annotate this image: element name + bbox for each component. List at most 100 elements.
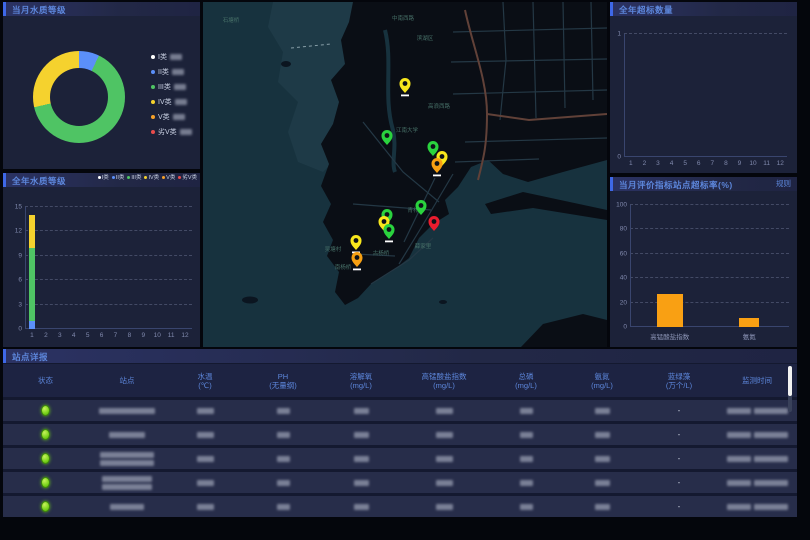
redacted-value	[354, 456, 369, 462]
algae-value: -	[678, 478, 681, 487]
gridline	[630, 228, 789, 229]
year-legend: I类II类III类IV类V类劣V类	[98, 173, 197, 187]
redacted-value	[436, 504, 453, 510]
legend-dot	[127, 176, 130, 179]
gridline	[25, 279, 192, 280]
panel-title: 当月水质等级	[6, 5, 66, 15]
legend-label: I类	[158, 52, 167, 62]
map-label: 江南大学	[396, 126, 419, 134]
map-canvas[interactable]: 石塘桥中南西路滨湖区高浪西路江南大学青祁薛家里古杨桥吴塘村南杨桥	[203, 2, 607, 347]
map-island	[439, 300, 447, 304]
algae-value: -	[678, 454, 681, 463]
x-axis-label: 10	[154, 332, 161, 339]
legend-label: II类	[158, 67, 169, 77]
y-axis-label: 40	[611, 275, 627, 282]
legend-item[interactable]: III类	[127, 173, 141, 185]
y-axis-label: 6	[6, 277, 22, 284]
redacted-value	[595, 432, 610, 438]
x-axis-label: 4	[72, 332, 76, 339]
stacked-bar-segment[interactable]	[29, 215, 35, 248]
legend-item[interactable]: IV类	[151, 97, 192, 107]
gridline	[25, 206, 192, 207]
table-row[interactable]: -	[3, 400, 797, 421]
status-indicator-normal	[41, 501, 50, 512]
legend-item[interactable]: III类	[151, 82, 192, 92]
redacted-date	[727, 480, 751, 486]
redacted-value	[436, 432, 453, 438]
legend-label: IV类	[158, 97, 172, 107]
column-header: PH(无量纲)	[244, 364, 322, 397]
column-header: 站点	[88, 364, 166, 397]
table-cell	[166, 480, 244, 486]
redacted-value	[172, 69, 184, 75]
legend-item[interactable]: 劣V类	[151, 127, 192, 137]
panel-title: 全年超标数量	[613, 5, 673, 15]
table-cell	[718, 480, 796, 486]
table-cell: -	[640, 454, 718, 463]
legend-item[interactable]: I类	[151, 52, 192, 62]
x-axis-label: 8	[724, 160, 728, 167]
scrollbar-thumb[interactable]	[788, 366, 792, 396]
x-axis-line	[25, 328, 192, 329]
legend-item[interactable]: II类	[112, 173, 125, 185]
donut-chart: I类 II类 III类 IV类 V类劣V类	[3, 16, 200, 169]
y-axis-label: 0	[6, 326, 22, 333]
redacted-station-name	[102, 476, 152, 482]
stacked-bar-segment[interactable]	[29, 321, 35, 329]
rate-bar[interactable]	[657, 294, 683, 327]
rules-link[interactable]: 规则	[776, 177, 791, 191]
table-row[interactable]: -	[3, 472, 797, 493]
legend-item[interactable]: V类	[151, 112, 192, 122]
y-axis-label: 3	[6, 301, 22, 308]
redacted-timestamp	[727, 408, 788, 414]
map-island	[242, 297, 258, 304]
exceed-count-chart: 01123456789101112	[624, 34, 787, 157]
column-header-label: 高锰酸盐指数	[422, 372, 467, 381]
gridline	[630, 253, 789, 254]
redacted-value	[173, 114, 185, 120]
x-axis-label: 11	[168, 332, 175, 339]
table-scrollbar[interactable]	[788, 366, 792, 412]
table-row[interactable]: -	[3, 496, 797, 517]
legend-dot	[151, 130, 155, 134]
map-island	[281, 61, 291, 67]
redacted-timestamp	[727, 480, 788, 486]
table-cell	[322, 456, 400, 462]
legend-item[interactable]: I类	[98, 173, 109, 185]
x-axis-label: 5	[86, 332, 90, 339]
table-cell	[564, 480, 640, 486]
y-axis-line	[25, 207, 26, 329]
column-header-label: PH	[278, 372, 288, 381]
x-axis-label: 4	[670, 160, 674, 167]
y-axis-label: 12	[6, 228, 22, 235]
table-cell	[322, 408, 400, 414]
legend-item[interactable]: V类	[162, 173, 175, 185]
rate-bar[interactable]	[739, 318, 759, 327]
table-row[interactable]: -	[3, 448, 797, 469]
x-axis-label: 9	[141, 332, 145, 339]
redacted-value	[197, 456, 214, 462]
status-indicator-normal	[41, 405, 50, 416]
panel-title: 站点详报	[6, 352, 48, 362]
map-label: 中南西路	[392, 14, 415, 22]
x-axis-label: 7	[114, 332, 118, 339]
map-label: 吴塘村	[325, 245, 342, 253]
legend-item[interactable]: II类	[151, 67, 192, 77]
gridline	[25, 230, 192, 231]
status-indicator-normal	[41, 429, 50, 440]
table-cell	[88, 452, 166, 466]
map-label: 高浪西路	[428, 102, 451, 110]
legend-item[interactable]: IV类	[144, 173, 159, 185]
redacted-value	[595, 480, 610, 486]
stacked-bar-segment[interactable]	[29, 248, 35, 321]
year-grade-chart: 03691215123456789101112	[25, 207, 192, 329]
x-axis-label: 12	[181, 332, 188, 339]
map-panel[interactable]: 石塘桥中南西路滨湖区高浪西路江南大学青祁薛家里古杨桥吴塘村南杨桥	[203, 2, 607, 347]
column-header: 高锰酸盐指数(mg/L)	[400, 364, 488, 397]
table-cell	[322, 504, 400, 510]
table-cell	[88, 432, 166, 438]
legend-item[interactable]: 劣V类	[178, 173, 197, 185]
table-cell	[718, 504, 796, 510]
column-header-label: 状态	[38, 376, 53, 385]
table-row[interactable]: -	[3, 424, 797, 445]
